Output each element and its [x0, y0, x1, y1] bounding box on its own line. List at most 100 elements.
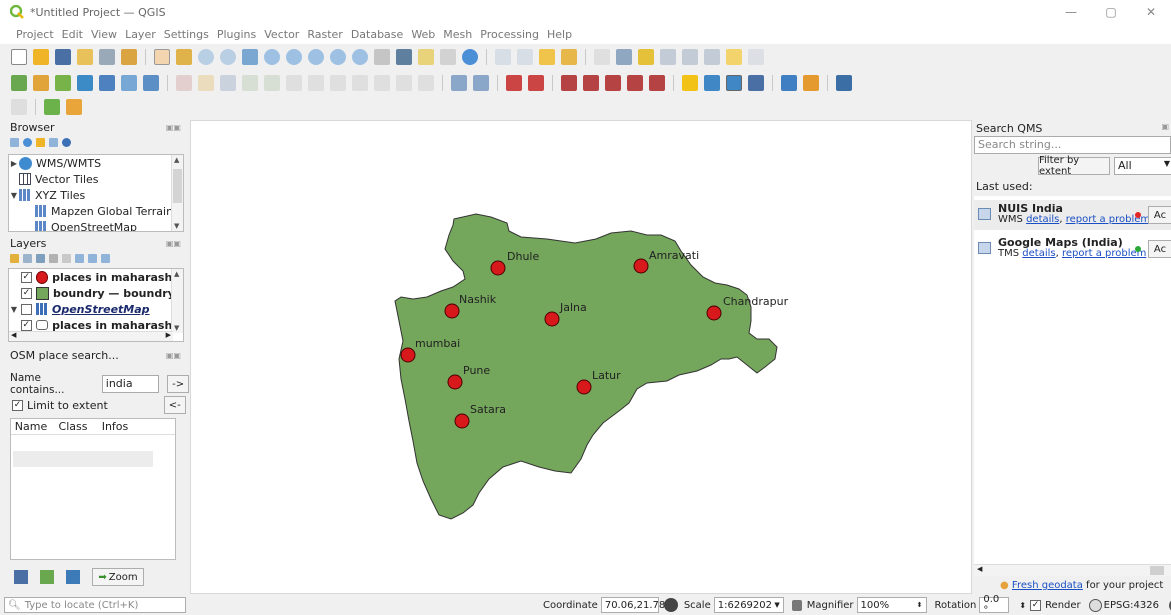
back-button[interactable]: <-	[163, 396, 186, 414]
style-manager-icon[interactable]	[121, 49, 137, 65]
attribute-table-icon[interactable]	[517, 49, 533, 65]
manage-themes-icon[interactable]	[36, 253, 45, 263]
pan-map-icon[interactable]	[154, 49, 170, 65]
label-settings-icon[interactable]	[473, 75, 489, 91]
delete-selected-icon[interactable]	[308, 75, 324, 91]
new-project-icon[interactable]	[11, 49, 27, 65]
show-hide-label-icon[interactable]	[627, 75, 643, 91]
close-button[interactable]: ✕	[1131, 0, 1171, 24]
browser-item-wms[interactable]: ▶ WMS/WMTS	[9, 155, 183, 171]
add-raster-layer-icon[interactable]	[55, 75, 71, 91]
zoom-out-icon[interactable]	[220, 49, 236, 65]
deselect-icon[interactable]	[561, 49, 577, 65]
qms-hscrollbar[interactable]: ◀	[974, 564, 1171, 576]
details-link[interactable]: details	[1026, 214, 1059, 225]
coordinate-field[interactable]: 70.06,21.78	[600, 597, 665, 613]
crs-globe-icon[interactable]	[1088, 598, 1102, 612]
zoom-next-icon[interactable]	[352, 49, 368, 65]
fresh-geodata-link[interactable]: Fresh geodata	[1012, 580, 1083, 591]
style-icon[interactable]	[10, 253, 19, 263]
details-link[interactable]: details	[1022, 248, 1055, 259]
add-group-icon[interactable]	[23, 253, 32, 263]
panel-close-icon[interactable]: ▣▣	[166, 351, 181, 360]
filter-legend-icon[interactable]	[49, 253, 58, 263]
maximize-button[interactable]: ▢	[1091, 0, 1131, 24]
add-mesh-layer-icon[interactable]	[77, 75, 93, 91]
layer-visibility-checkbox[interactable]	[21, 303, 32, 315]
collapse-all-icon[interactable]	[49, 137, 58, 147]
python-console-icon[interactable]	[781, 75, 797, 91]
pin-label-icon[interactable]	[506, 75, 522, 91]
magnifier-field[interactable]: 100% ⬍	[856, 597, 927, 613]
collapse-arrow-icon[interactable]: ▼	[9, 305, 19, 314]
browser-scrollbar[interactable]: ▲ ▼	[171, 155, 183, 231]
place-point[interactable]	[576, 379, 592, 395]
scale-select[interactable]: 1:6269202 ▼	[713, 597, 784, 613]
print-layout-icon[interactable]	[77, 49, 93, 65]
browser-item-mapzen[interactable]: Mapzen Global Terrain	[9, 203, 183, 219]
layer-row-boundry[interactable]: ✓ boundry — boundry	[9, 285, 183, 301]
change-label-icon[interactable]	[605, 75, 621, 91]
vertex-tool-icon[interactable]	[286, 75, 302, 91]
show-bookmarks-icon[interactable]	[440, 49, 456, 65]
service-row-google[interactable]: Google Maps (India) TMS details, report …	[974, 234, 1171, 264]
add-wms-icon[interactable]	[143, 75, 159, 91]
zoom-in-icon[interactable]	[198, 49, 214, 65]
zoom-full-icon[interactable]	[242, 49, 258, 65]
redo-icon[interactable]	[418, 75, 434, 91]
shortcut-icon[interactable]	[11, 99, 27, 115]
qms-service-list[interactable]: NUIS India WMS details, report a problem…	[974, 196, 1171, 576]
triangle-tool-icon[interactable]	[682, 75, 698, 91]
filter-expression-icon[interactable]	[62, 253, 71, 263]
menu-layer[interactable]: Layer	[125, 28, 156, 41]
globe-layer-icon[interactable]	[66, 570, 80, 584]
person-icon[interactable]	[803, 75, 819, 91]
sum-icon[interactable]	[660, 49, 676, 65]
add-service-button[interactable]: Ac	[1148, 206, 1171, 224]
menu-vector[interactable]: Vector	[264, 28, 299, 41]
place-point[interactable]	[400, 347, 416, 363]
add-feature-icon[interactable]	[264, 75, 280, 91]
menu-raster[interactable]: Raster	[307, 28, 342, 41]
menu-view[interactable]: View	[91, 28, 117, 41]
layers-hscrollbar[interactable]: ◀ ▶	[9, 331, 173, 341]
statistics-icon[interactable]	[616, 49, 632, 65]
field-calculator-icon[interactable]	[638, 49, 654, 65]
menu-help[interactable]: Help	[547, 28, 572, 41]
zoom-native-icon[interactable]	[308, 49, 324, 65]
add-vector-layer-icon[interactable]	[33, 75, 49, 91]
service-row-nuis[interactable]: NUIS India WMS details, report a problem…	[974, 200, 1171, 230]
limit-to-extent-checkbox[interactable]: ✓	[12, 399, 23, 411]
browser-item-vector-tiles[interactable]: Vector Tiles	[9, 171, 183, 187]
browser-item-xyz-tiles[interactable]: ▼ XYZ Tiles	[9, 187, 183, 203]
collapse-all-icon[interactable]	[88, 253, 97, 263]
georeferencer-icon[interactable]	[704, 75, 720, 91]
map-canvas[interactable]: Dhule Amravati Nashik Jalna Chandrapur mumbai…	[190, 120, 972, 594]
temporal-controller-icon[interactable]	[396, 49, 412, 65]
panel-close-icon[interactable]: ▣▣	[166, 239, 181, 248]
report-problem-link[interactable]: report a problem	[1062, 248, 1146, 259]
data-source-manager-icon[interactable]	[11, 75, 27, 91]
render-checkbox[interactable]: ✓	[1030, 599, 1042, 611]
place-point[interactable]	[447, 374, 463, 390]
browser-tree[interactable]: ▶ WMS/WMTS Vector Tiles ▼ XYZ Tiles Mapz…	[8, 154, 184, 232]
table-row[interactable]	[13, 451, 153, 467]
open-table-icon[interactable]	[682, 49, 698, 65]
rotation-field[interactable]: 0.0 °	[979, 594, 1010, 615]
rotate-label-icon[interactable]	[583, 75, 599, 91]
panel-close-icon[interactable]: ▣	[1161, 122, 1169, 131]
panel-close-icon[interactable]: ▣▣	[166, 123, 181, 132]
help-book-icon[interactable]	[836, 75, 852, 91]
remove-layer-icon[interactable]	[101, 253, 110, 263]
digitize-icon[interactable]	[242, 75, 258, 91]
undo-icon[interactable]	[396, 75, 412, 91]
column-header[interactable]: Name	[11, 420, 51, 433]
zoom-button[interactable]: ➡ Zoom	[92, 568, 144, 586]
plugin-tool-icon[interactable]	[748, 75, 764, 91]
menu-processing[interactable]: Processing	[480, 28, 539, 41]
open-project-icon[interactable]	[33, 49, 49, 65]
layer-visibility-checkbox[interactable]: ✓	[21, 319, 32, 331]
collapse-arrow-icon[interactable]: ▼	[9, 191, 19, 200]
expand-all-icon[interactable]	[75, 253, 84, 263]
zoom-selection-icon[interactable]	[264, 49, 280, 65]
